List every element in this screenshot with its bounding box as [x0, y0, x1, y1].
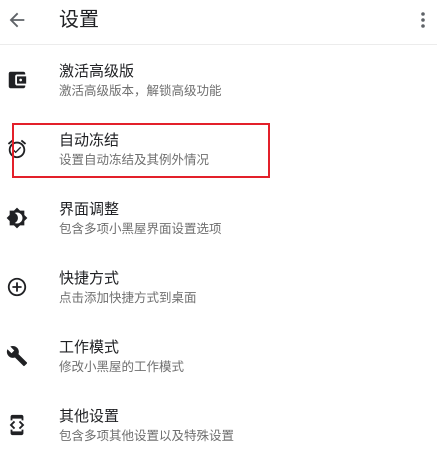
wrench-icon: [5, 344, 29, 368]
settings-item-subtitle: 点击添加快捷方式到桌面: [59, 290, 197, 305]
add-circle-icon: [5, 275, 29, 299]
settings-item-interface[interactable]: 界面调整 包含多项小黑屋界面设置选项: [0, 183, 437, 252]
alarm-check-icon: [5, 137, 29, 161]
settings-item-subtitle: 包含多项其他设置以及特殊设置: [59, 428, 235, 443]
settings-item-activate-premium[interactable]: 激活高级版 激活高级版本，解锁高级功能: [0, 45, 437, 114]
more-vert-icon: [420, 11, 426, 29]
settings-item-other[interactable]: 其他设置 包含多项其他设置以及特殊设置: [0, 390, 437, 459]
settings-item-auto-freeze[interactable]: 自动冻结 设置自动冻结及其例外情况: [0, 114, 437, 183]
settings-item-subtitle: 激活高级版本，解锁高级功能: [59, 83, 222, 98]
settings-item-title: 激活高级版: [59, 62, 135, 80]
settings-item-title: 自动冻结: [59, 131, 120, 149]
settings-item-subtitle: 设置自动冻结及其例外情况: [59, 152, 210, 167]
settings-item-work-mode[interactable]: 工作模式 修改小黑屋的工作模式: [0, 321, 437, 390]
settings-item-title: 工作模式: [59, 338, 120, 356]
brightness-icon: [5, 206, 29, 230]
more-options-button[interactable]: [413, 8, 433, 32]
settings-item-subtitle: 包含多项小黑屋界面设置选项: [59, 221, 222, 236]
settings-screen: 设置 激活高级版 激活高级版本，解锁高级功能 自动冻结 设置自动冻结及其例外情况…: [0, 0, 437, 462]
wallet-icon: [5, 68, 29, 92]
settings-item-title: 其他设置: [59, 407, 120, 425]
back-button[interactable]: [5, 8, 29, 32]
app-bar: 设置: [0, 0, 437, 45]
arrow-left-icon: [6, 9, 28, 31]
settings-item-title: 快捷方式: [59, 269, 120, 287]
settings-item-shortcut[interactable]: 快捷方式 点击添加快捷方式到桌面: [0, 252, 437, 321]
settings-item-title: 界面调整: [59, 200, 120, 218]
settings-item-subtitle: 修改小黑屋的工作模式: [59, 359, 185, 374]
page-title: 设置: [59, 7, 99, 31]
developer-mode-icon: [5, 413, 29, 437]
